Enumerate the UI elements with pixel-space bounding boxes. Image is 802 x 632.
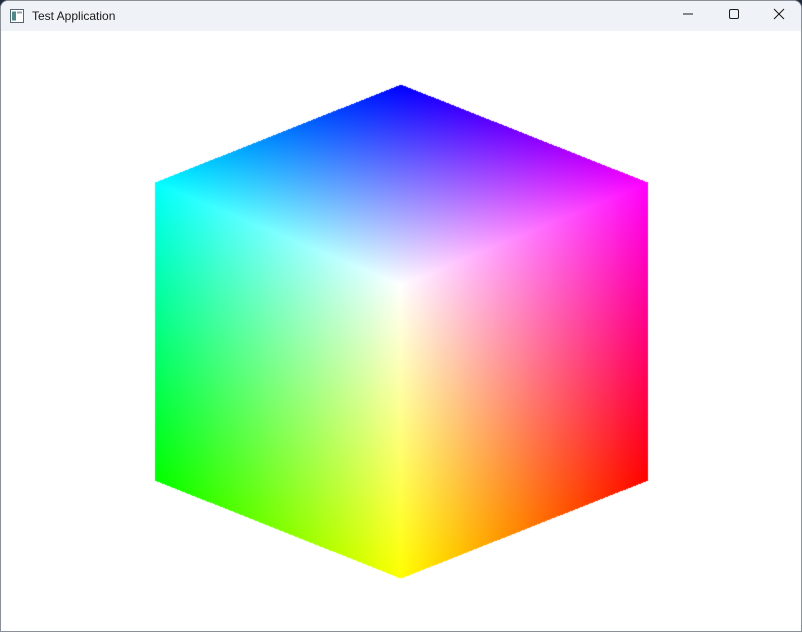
app-window-icon <box>10 9 24 23</box>
close-icon <box>773 7 785 25</box>
maximize-button[interactable] <box>711 1 757 31</box>
rgb-color-cube <box>1 31 801 631</box>
client-area <box>1 31 801 631</box>
minimize-button[interactable] <box>665 1 711 31</box>
window-title: Test Application <box>32 9 116 23</box>
application-window: Test Application <box>0 0 802 632</box>
minimize-icon <box>682 7 694 25</box>
title-bar[interactable]: Test Application <box>1 1 801 31</box>
close-button[interactable] <box>756 1 801 31</box>
maximize-icon <box>728 7 740 25</box>
